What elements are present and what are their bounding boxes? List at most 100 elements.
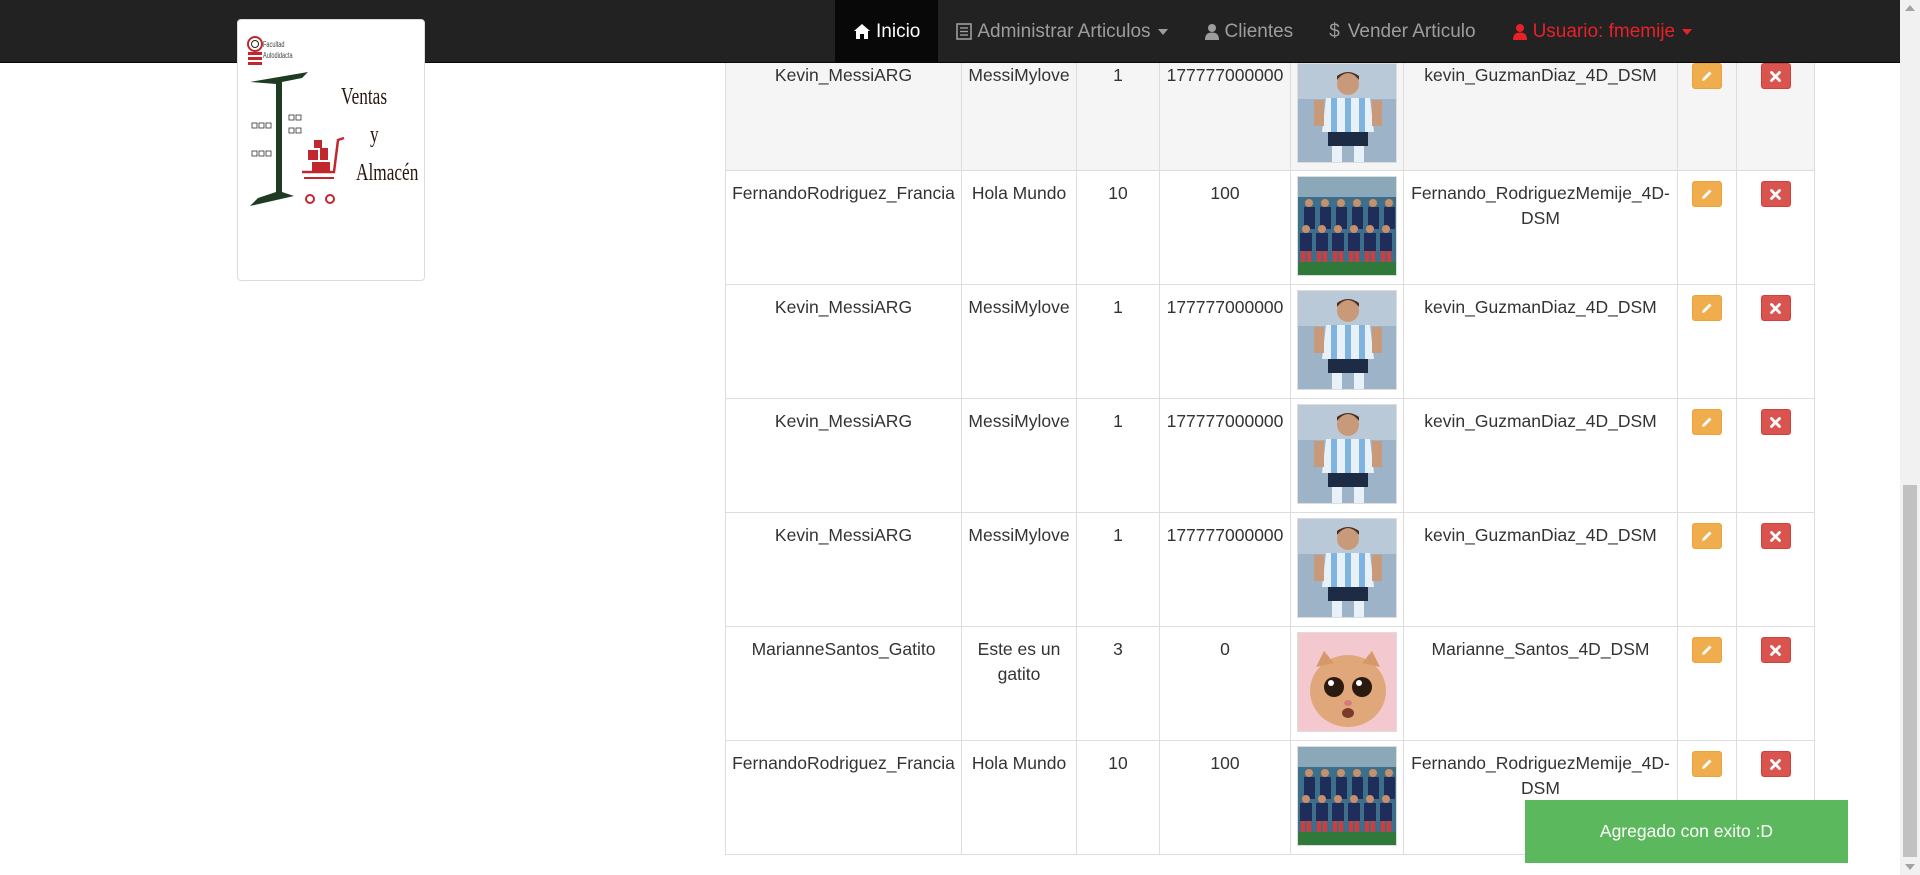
article-owner-cell: kevin_GuzmanDiaz_4D_DSM	[1403, 512, 1678, 627]
article-image-cell	[1290, 740, 1404, 855]
pencil-icon	[1701, 302, 1713, 314]
success-toast[interactable]: Agregado con exito :D	[1525, 800, 1848, 863]
nav-vender-label: Vender Articulo	[1347, 20, 1476, 42]
cat-photo	[1297, 632, 1397, 732]
edit-button[interactable]	[1692, 63, 1722, 89]
remove-icon	[1770, 302, 1781, 314]
table-row: Kevin_MessiARG MessiMylove 1 177777000000 ke…	[725, 52, 1815, 171]
articles-table: Kevin_MessiARG MessiMylove 1 177777000000 ke…	[725, 52, 1815, 855]
france-team-photo	[1297, 176, 1397, 276]
article-name-cell: Kevin_MessiARG	[725, 284, 962, 399]
article-image-cell	[1290, 170, 1404, 285]
remove-icon	[1770, 530, 1781, 542]
pencil-icon	[1701, 758, 1713, 770]
article-price-cell: 100	[1159, 740, 1291, 855]
article-name-cell: Kevin_MessiARG	[725, 52, 962, 171]
article-description-cell: MessiMylove	[961, 52, 1077, 171]
article-description-cell: Este es un gatito	[961, 626, 1077, 741]
article-price-cell: 177777000000	[1159, 284, 1291, 399]
article-name-cell: MarianneSantos_Gatito	[725, 626, 962, 741]
delete-button[interactable]	[1760, 751, 1791, 777]
delete-button[interactable]	[1760, 295, 1791, 321]
scroll-up-icon[interactable]	[1905, 5, 1915, 11]
article-price-cell: 177777000000	[1159, 52, 1291, 171]
article-owner-cell: kevin_GuzmanDiaz_4D_DSM	[1403, 284, 1678, 399]
edit-button[interactable]	[1692, 751, 1722, 777]
article-name-cell: Kevin_MessiARG	[725, 398, 962, 513]
brand-logo[interactable]: Facultad Autodidacta Ventas y Almacén	[237, 19, 425, 281]
user-icon	[1204, 23, 1220, 40]
edit-button[interactable]	[1692, 295, 1722, 321]
nav-administrar-label: Administrar Articulos	[977, 20, 1151, 42]
article-name-cell: FernandoRodriguez_Francia	[725, 740, 962, 855]
table-row: FernandoRodriguez_Francia Hola Mundo 10 100…	[725, 170, 1815, 285]
main-nav: Inicio Administrar Articulos Clientes $ …	[835, 0, 1710, 63]
caret-down-icon	[1157, 28, 1168, 35]
article-image-cell	[1290, 52, 1404, 171]
article-description-cell: MessiMylove	[961, 398, 1077, 513]
article-description-cell: Hola Mundo	[961, 170, 1077, 285]
page-scrollbar[interactable]	[1900, 0, 1920, 875]
article-owner-cell: kevin_GuzmanDiaz_4D_DSM	[1403, 52, 1678, 171]
article-name-cell: Kevin_MessiARG	[725, 512, 962, 627]
article-owner-cell: Fernando_RodriguezMemije_4D-DSM	[1403, 170, 1678, 285]
logo-title-line1: Ventas	[341, 84, 388, 110]
edit-button[interactable]	[1692, 523, 1722, 549]
logo-title-line2: y	[370, 122, 379, 148]
article-quantity-cell: 10	[1076, 740, 1160, 855]
article-description-cell: Hola Mundo	[961, 740, 1077, 855]
delete-cell	[1736, 52, 1815, 171]
edit-button[interactable]	[1692, 637, 1722, 663]
edit-button[interactable]	[1692, 409, 1722, 435]
pencil-icon	[1701, 416, 1713, 428]
nav-clientes-label: Clientes	[1224, 20, 1294, 42]
article-quantity-cell: 1	[1076, 398, 1160, 513]
list-icon	[956, 23, 973, 40]
user-icon	[1512, 23, 1528, 40]
article-price-cell: 100	[1159, 170, 1291, 285]
messi-photo	[1297, 63, 1397, 163]
article-price-cell: 177777000000	[1159, 512, 1291, 627]
delete-button[interactable]	[1760, 63, 1791, 89]
pencil-icon	[1701, 70, 1713, 82]
article-quantity-cell: 3	[1076, 626, 1160, 741]
article-image-cell	[1290, 512, 1404, 627]
nav-inicio-label: Inicio	[876, 20, 921, 42]
delete-cell	[1736, 170, 1815, 285]
messi-photo	[1297, 518, 1397, 618]
nav-clientes[interactable]: Clientes	[1186, 0, 1312, 63]
edit-cell	[1677, 398, 1737, 513]
edit-button[interactable]	[1692, 181, 1722, 207]
pencil-icon	[1701, 644, 1713, 656]
articles-table-wrapper: Kevin_MessiARG MessiMylove 1 177777000000 ke…	[725, 52, 1815, 855]
delete-button[interactable]	[1760, 523, 1791, 549]
nav-usuario[interactable]: Usuario: fmemije	[1494, 0, 1711, 63]
article-owner-cell: kevin_GuzmanDiaz_4D_DSM	[1403, 398, 1678, 513]
edit-cell	[1677, 170, 1737, 285]
nav-inicio[interactable]: Inicio	[835, 0, 939, 63]
remove-icon	[1770, 416, 1781, 428]
article-owner-cell: Marianne_Santos_4D_DSM	[1403, 626, 1678, 741]
messi-photo	[1297, 404, 1397, 504]
scroll-down-icon[interactable]	[1905, 864, 1915, 870]
nav-usuario-label: Usuario: fmemije	[1532, 20, 1676, 42]
nav-administrar-articulos[interactable]: Administrar Articulos	[938, 0, 1185, 63]
remove-icon	[1770, 644, 1781, 656]
remove-icon	[1770, 70, 1781, 82]
caret-down-icon	[1682, 28, 1693, 35]
home-icon	[853, 23, 871, 40]
table-row: Kevin_MessiARG MessiMylove 1 177777000000 ke…	[725, 284, 1815, 399]
delete-button[interactable]	[1760, 637, 1791, 663]
table-row: Kevin_MessiARG MessiMylove 1 177777000000 ke…	[725, 512, 1815, 627]
article-quantity-cell: 1	[1076, 284, 1160, 399]
delete-cell	[1736, 512, 1815, 627]
nav-vender-articulo[interactable]: $ Vender Articulo	[1311, 0, 1493, 63]
article-price-cell: 0	[1159, 626, 1291, 741]
dollar-icon: $	[1329, 20, 1340, 42]
pencil-icon	[1701, 188, 1713, 200]
messi-photo	[1297, 290, 1397, 390]
article-quantity-cell: 1	[1076, 512, 1160, 627]
delete-button[interactable]	[1760, 409, 1791, 435]
delete-button[interactable]	[1760, 181, 1791, 207]
scroll-thumb[interactable]	[1903, 485, 1917, 857]
